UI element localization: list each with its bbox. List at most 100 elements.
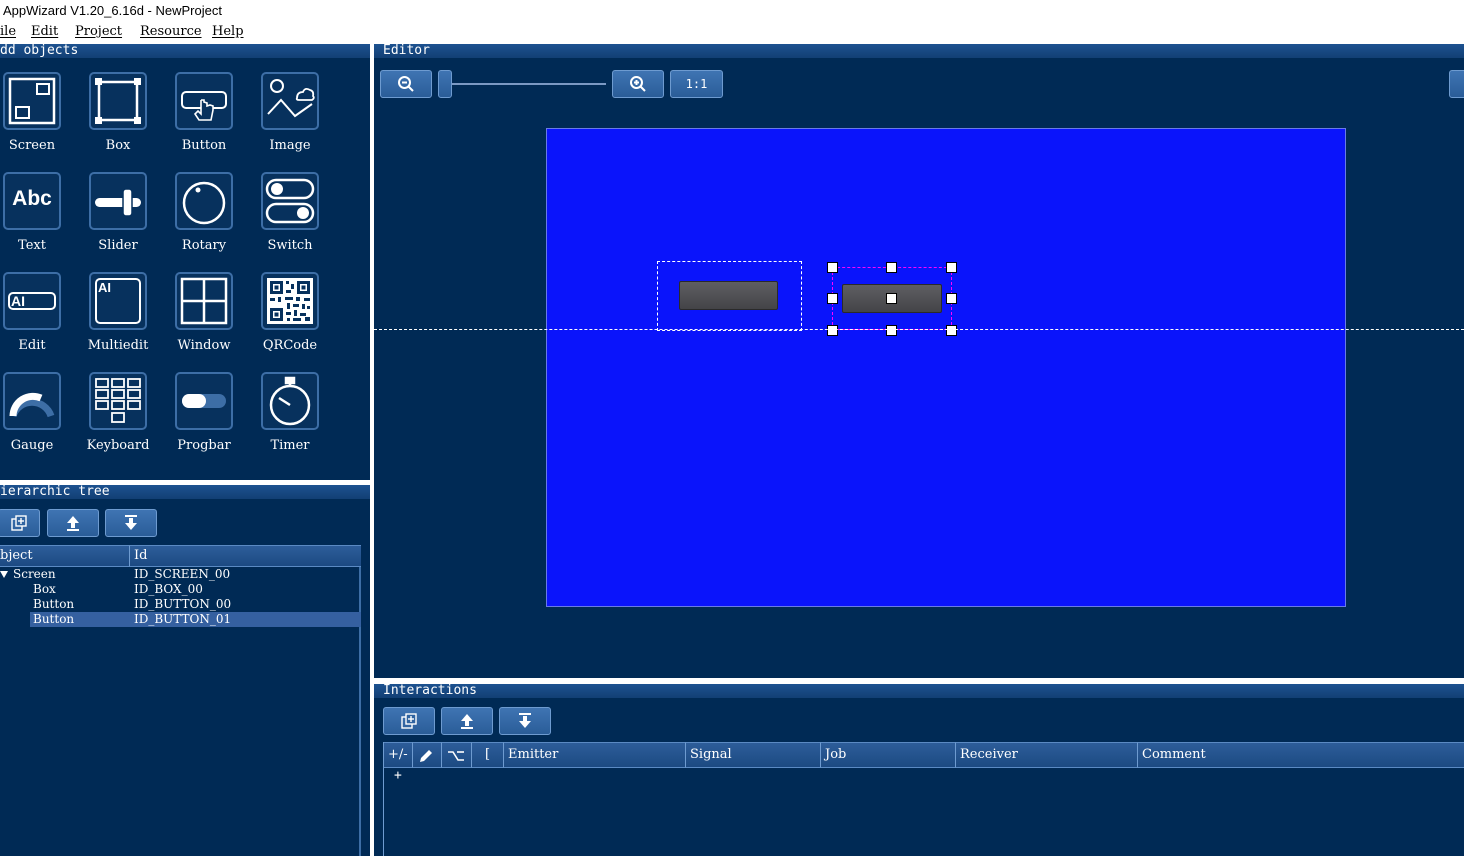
tree-row-selected[interactable]: Button ID_BUTTON_01	[0, 612, 361, 627]
timer-icon	[261, 372, 319, 430]
keyboard-icon	[89, 372, 147, 430]
column-label: Comment	[1142, 747, 1206, 762]
interactions-column-condition[interactable]	[442, 742, 472, 768]
interactions-title: Interactions	[383, 683, 477, 698]
interactions-column-emitter[interactable]: Emitter	[504, 742, 686, 768]
zoom-in-button[interactable]	[612, 70, 664, 98]
window-title: AppWizard V1.20_6.16d - NewProject	[3, 3, 222, 18]
add-interaction-row[interactable]: +	[394, 768, 402, 783]
tool-keyboard[interactable]: Keyboard	[86, 370, 172, 470]
rotary-icon	[175, 172, 233, 230]
copy-icon	[401, 713, 417, 729]
zoom-out-button[interactable]	[380, 70, 432, 98]
column-label: Signal	[690, 747, 732, 762]
tool-rotary[interactable]: Rotary	[172, 170, 258, 270]
tool-label: Progbar	[177, 438, 231, 453]
screen-icon	[3, 72, 61, 130]
tree-row[interactable]: Button ID_BUTTON_00	[0, 597, 361, 612]
tree-header: ierarchic tree	[0, 483, 370, 499]
tool-multiedit[interactable]: AI Multiedit	[86, 270, 172, 370]
column-label: Job	[825, 747, 847, 762]
arrow-up-icon	[461, 714, 473, 729]
tree-row-id: ID_BUTTON_00	[134, 597, 232, 611]
tree-move-up-button[interactable]	[47, 509, 99, 537]
add-objects-title: dd objects	[0, 43, 79, 58]
tool-switch[interactable]: Switch	[258, 170, 344, 270]
box-icon	[89, 72, 147, 130]
vertical-splitter[interactable]	[370, 42, 374, 856]
resize-handle[interactable]	[946, 325, 957, 336]
canvas-button-00[interactable]	[679, 281, 778, 310]
resize-handle[interactable]	[886, 325, 897, 336]
tree-move-down-button[interactable]	[105, 509, 157, 537]
tree-row[interactable]: Screen ID_SCREEN_00	[0, 567, 361, 582]
tool-text[interactable]: Abc Text	[0, 170, 86, 270]
tool-label: Edit	[18, 338, 46, 353]
tree-row-id: ID_BOX_00	[134, 582, 203, 596]
switch-icon	[261, 172, 319, 230]
gauge-icon	[3, 372, 61, 430]
menu-resource[interactable]: Resource	[140, 22, 202, 42]
interactions-column-receiver[interactable]: Receiver	[956, 742, 1138, 768]
tool-image[interactable]: Image	[258, 70, 344, 170]
interaction-add-button[interactable]	[383, 707, 435, 735]
tool-window[interactable]: Window	[172, 270, 258, 370]
tool-button[interactable]: Button	[172, 70, 258, 170]
zoom-slider-thumb[interactable]	[438, 70, 452, 98]
resize-handle[interactable]	[886, 262, 897, 273]
tool-label: Text	[18, 238, 46, 253]
interactions-column-comment[interactable]: Comment	[1138, 742, 1464, 768]
tree-title: ierarchic tree	[0, 484, 110, 499]
move-handle[interactable]	[886, 293, 897, 304]
tree-row-object: Box	[33, 582, 56, 596]
tree-row[interactable]: Box ID_BOX_00	[0, 582, 361, 597]
tool-label: Screen	[8, 138, 56, 153]
interactions-column-bracket[interactable]: [	[472, 742, 504, 768]
tool-qrcode[interactable]: QRCode	[258, 270, 344, 370]
tree-table: bject Id Screen ID_SCREEN_00 Box ID_BOX_…	[0, 545, 361, 856]
resize-handle[interactable]	[827, 262, 838, 273]
text-icon: Abc	[3, 172, 61, 230]
tool-slider[interactable]: Slider	[86, 170, 172, 270]
menu-project[interactable]: Project	[75, 22, 122, 42]
menu-file[interactable]: ile	[0, 22, 16, 42]
interactions-header: Interactions	[374, 682, 1464, 698]
editor-header: Editor	[374, 42, 1464, 58]
pencil-icon	[420, 750, 432, 762]
column-label: Receiver	[960, 747, 1018, 762]
zoom-slider[interactable]	[438, 70, 606, 98]
editor-canvas[interactable]	[546, 128, 1346, 607]
interactions-column-job[interactable]: Job	[821, 742, 956, 768]
interaction-move-down-button[interactable]	[499, 707, 551, 735]
resize-handle[interactable]	[946, 293, 957, 304]
interactions-column-add[interactable]: +/-	[384, 742, 413, 768]
expand-arrow-icon[interactable]	[0, 570, 9, 579]
tool-timer[interactable]: Timer	[258, 370, 344, 470]
tool-progbar[interactable]: Progbar	[172, 370, 258, 470]
menu-edit[interactable]: Edit	[31, 22, 58, 42]
editor-side-button[interactable]	[1449, 70, 1464, 98]
tool-gauge[interactable]: Gauge	[0, 370, 86, 470]
resize-handle[interactable]	[827, 293, 838, 304]
arrow-up-icon	[67, 516, 79, 531]
tree-column-id[interactable]: Id	[130, 545, 361, 567]
tool-edit[interactable]: AI Edit	[0, 270, 86, 370]
interactions-column-signal[interactable]: Signal	[686, 742, 821, 768]
menu-help[interactable]: Help	[212, 22, 244, 42]
zoom-out-icon	[398, 76, 414, 92]
tree-row-object: Screen	[13, 567, 56, 581]
tool-screen[interactable]: Screen	[0, 70, 86, 170]
resize-handle[interactable]	[946, 262, 957, 273]
alignment-guide-line	[374, 329, 1464, 330]
zoom-slider-track	[442, 83, 606, 85]
tree-column-object[interactable]: bject	[0, 545, 130, 567]
tool-label: QRCode	[262, 338, 318, 353]
tree-add-button[interactable]	[0, 509, 40, 537]
multiedit-icon-glyph: AI	[98, 280, 111, 295]
interactions-column-edit[interactable]	[413, 742, 442, 768]
image-icon	[261, 72, 319, 130]
tool-box[interactable]: Box	[86, 70, 172, 170]
zoom-reset-button[interactable]: 1:1	[670, 70, 723, 98]
resize-handle[interactable]	[827, 325, 838, 336]
interaction-move-up-button[interactable]	[441, 707, 493, 735]
